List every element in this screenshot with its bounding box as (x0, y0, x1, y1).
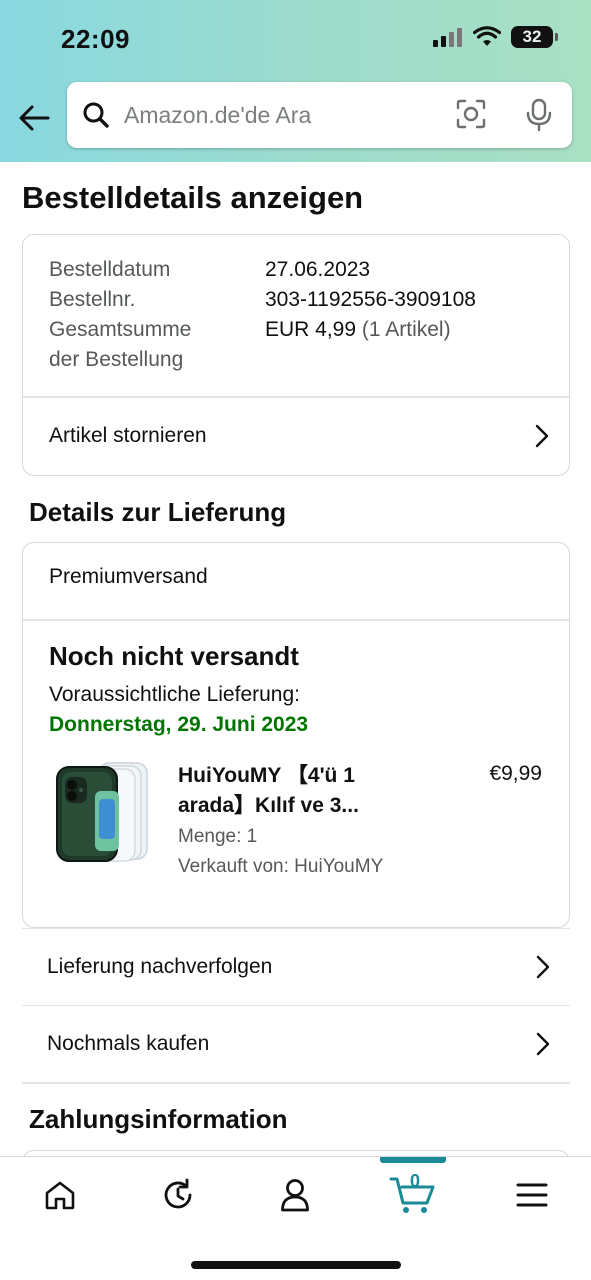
order-date-label: Bestelldatum (49, 258, 171, 281)
arrow-left-icon (19, 105, 50, 131)
home-icon (45, 1181, 75, 1210)
back-button[interactable] (14, 96, 54, 140)
search-icon (81, 100, 111, 130)
search-bar[interactable] (67, 82, 572, 148)
divider (23, 619, 569, 621)
product-title-line1: HuiYouMY 【4'ü 1 (178, 764, 355, 787)
divider (22, 1082, 570, 1084)
refresh-icon (164, 1178, 192, 1209)
track-delivery-label: Lieferung nachverfolgen (47, 955, 273, 978)
product-seller: Verkauft von: HuiYouMY (178, 856, 384, 877)
order-total-value: EUR 4,99 (1 Artikel) (265, 315, 451, 345)
nav-home[interactable] (35, 1175, 85, 1215)
cancel-items-label: Artikel stornieren (49, 424, 207, 447)
microphone-icon[interactable] (523, 98, 555, 137)
product-price: €9,99 (489, 762, 542, 785)
order-total-items: (1 Artikel) (361, 318, 451, 341)
payment-section-title: Zahlungsinformation (29, 1104, 288, 1134)
camera-scan-icon[interactable] (455, 98, 487, 135)
order-total-label-line1: Gesamtsumme (49, 318, 192, 341)
page-title: Bestelldetails anzeigen (22, 180, 364, 215)
chevron-right-icon (536, 955, 550, 979)
shipment-status: Noch nicht versandt (49, 641, 299, 671)
chevron-right-icon (536, 1032, 550, 1056)
eta-label: Voraussichtliche Lieferung: (49, 683, 300, 706)
product-title-line2: arada】Kılıf ve 3... (178, 794, 359, 817)
cancel-items-link[interactable]: Artikel stornieren (23, 397, 569, 475)
product-title[interactable]: HuiYouMY 【4'ü 1 arada】Kılıf ve 3... (178, 761, 418, 821)
order-total-amount: EUR 4,99 (265, 318, 357, 341)
product-quantity: Menge: 1 (178, 826, 258, 847)
track-delivery-link[interactable]: Lieferung nachverfolgen (22, 928, 570, 1005)
search-input[interactable] (124, 101, 434, 129)
home-indicator (191, 1261, 401, 1269)
order-date-value: 27.06.2023 (265, 258, 371, 281)
nav-cart[interactable]: 0 (388, 1171, 438, 1215)
nav-account[interactable] (270, 1175, 320, 1215)
order-number-label: Bestellnr. (49, 288, 136, 311)
status-icons: 32 (433, 26, 558, 48)
wifi-icon (473, 26, 501, 46)
delivery-section-title: Details zur Lieferung (29, 497, 287, 527)
product-image[interactable] (53, 761, 153, 865)
bottom-nav: 0 (0, 1156, 591, 1280)
nav-refresh[interactable] (153, 1175, 203, 1215)
app-header: 22:09 32 (0, 0, 591, 162)
signal-icon (433, 28, 462, 47)
buy-again-link[interactable]: Nochmals kaufen (22, 1005, 570, 1082)
account-icon (281, 1179, 309, 1212)
buy-again-label: Nochmals kaufen (47, 1032, 210, 1055)
chevron-right-icon (535, 424, 549, 448)
menu-icon (516, 1183, 548, 1207)
status-time: 22:09 (61, 24, 130, 54)
delivery-card: Premiumversand Noch nicht versandt Vorau… (22, 542, 570, 928)
order-summary-card: Bestelldatum 27.06.2023 Bestellnr. 303-1… (22, 234, 570, 476)
cart-count: 0 (409, 1171, 420, 1191)
shipping-speed: Premiumversand (49, 565, 208, 588)
nav-menu[interactable] (507, 1175, 557, 1215)
order-total-label-line2: der Bestellung (49, 348, 184, 371)
active-tab-indicator (380, 1157, 446, 1163)
order-number-value: 303-1192556-3909108 (265, 288, 476, 311)
battery-indicator: 32 (511, 26, 558, 48)
eta-date: Donnerstag, 29. Juni 2023 (49, 713, 309, 736)
